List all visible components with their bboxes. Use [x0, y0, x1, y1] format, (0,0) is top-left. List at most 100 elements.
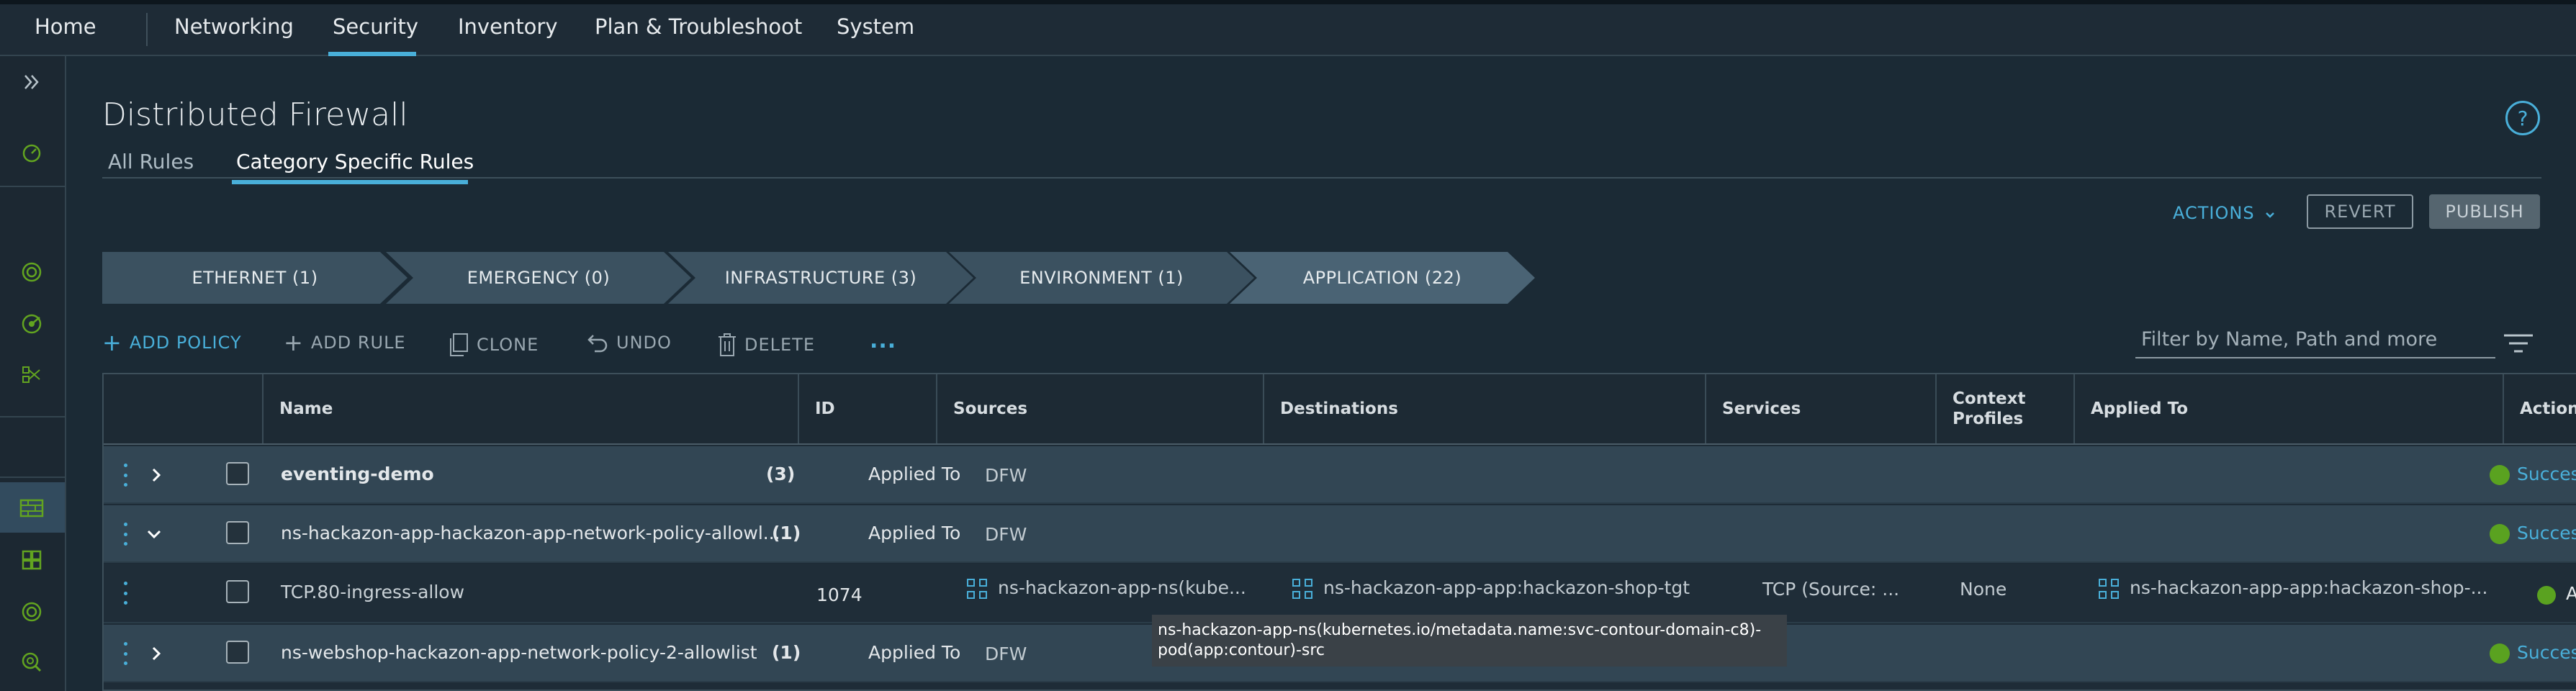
column-header-services[interactable]: Services — [1705, 374, 1935, 443]
category-application[interactable]: APPLICATION (22) — [1230, 252, 1535, 304]
rail-divider — [0, 186, 65, 187]
policy-name: ns-webshop-hackazon-app-network-policy-2… — [281, 642, 757, 663]
delete-button[interactable]: DELETE — [717, 333, 815, 357]
column-header-context-profiles[interactable]: Context Profiles — [1935, 374, 2073, 443]
rule-applied-to[interactable]: ns-hackazon-app-app:hackazon-shop-... — [2098, 577, 2487, 600]
rule-id: 1074 — [816, 584, 863, 605]
row-menu-icon[interactable] — [122, 464, 128, 487]
threat-search-icon[interactable] — [17, 648, 46, 677]
category-ethernet[interactable]: ETHERNET (1) — [102, 252, 407, 304]
delete-label: DELETE — [744, 335, 816, 355]
tab-category-specific-rules[interactable]: Category Specific Rules — [236, 150, 474, 173]
column-header-action[interactable]: Action — [2503, 374, 2576, 443]
applied-to-value: DFW — [985, 465, 1027, 486]
column-header-applied-to[interactable]: Applied To — [2073, 374, 2503, 443]
target-icon[interactable] — [17, 258, 46, 286]
category-emergency[interactable]: EMERGENCY (0) — [386, 252, 691, 304]
radar-icon[interactable] — [17, 310, 46, 338]
nav-security[interactable]: Security — [333, 14, 418, 39]
rule-source[interactable]: ns-hackazon-app-ns(kube... — [966, 577, 1246, 600]
row-checkbox[interactable] — [226, 580, 249, 603]
filter-icon[interactable] — [2503, 333, 2534, 354]
firewall-grid-icon[interactable] — [17, 494, 46, 523]
column-header-sources[interactable]: Sources — [936, 374, 1263, 443]
applied-to-value: DFW — [985, 524, 1027, 545]
publish-button[interactable]: PUBLISH — [2429, 194, 2540, 229]
row-menu-icon[interactable] — [122, 523, 128, 546]
actions-menu[interactable]: ACTIONS — [2173, 203, 2275, 223]
expand-chevrons-icon[interactable] — [17, 68, 46, 96]
add-rule-button[interactable]: + ADD RULE — [284, 331, 406, 354]
add-policy-label: ADD POLICY — [129, 333, 242, 353]
network-topology-icon[interactable] — [17, 360, 46, 389]
page-title: Distributed Firewall — [102, 96, 408, 133]
row-checkbox[interactable] — [226, 462, 249, 485]
rule-action[interactable]: A — [2566, 583, 2576, 604]
nav-home[interactable]: Home — [35, 14, 96, 39]
rule-source-text: ns-hackazon-app-ns(kube... — [998, 577, 1246, 598]
table-row[interactable]: eventing-demo (3) Applied To DFW Succes — [104, 446, 2576, 504]
column-header-destinations[interactable]: Destinations — [1263, 374, 1705, 443]
row-menu-icon[interactable] — [122, 582, 128, 605]
chevron-down-icon[interactable] — [145, 528, 163, 541]
allow-action-icon — [2537, 586, 2556, 605]
tooltip-line: ns-hackazon-app-ns(kubernetes.io/metadat… — [1158, 621, 1762, 639]
row-checkbox[interactable] — [226, 521, 249, 544]
policy-name: eventing-demo — [281, 464, 434, 484]
row-menu-icon[interactable] — [122, 642, 128, 665]
category-infrastructure[interactable]: INFRASTRUCTURE (3) — [668, 252, 973, 304]
column-header-name[interactable]: Name — [262, 374, 796, 443]
nav-plan-troubleshoot[interactable]: Plan & Troubleshoot — [595, 14, 802, 39]
chevron-right-icon[interactable] — [150, 645, 163, 662]
applied-to-label: Applied To — [868, 464, 961, 484]
nav-system[interactable]: System — [837, 14, 914, 39]
category-label: ETHERNET (1) — [192, 268, 318, 288]
undo-icon — [587, 335, 608, 353]
success-status-icon — [2490, 643, 2510, 664]
add-rule-label: ADD RULE — [310, 333, 406, 353]
category-label: INFRASTRUCTURE (3) — [724, 268, 917, 288]
status-link[interactable]: Succes — [2517, 642, 2576, 663]
clone-button[interactable]: CLONE — [448, 333, 539, 357]
more-actions-button[interactable]: ... — [870, 328, 896, 353]
row-checkbox[interactable] — [226, 641, 249, 664]
chevron-right-icon[interactable] — [150, 466, 163, 484]
policy-name: ns-hackazon-app-hackazon-app-network-pol… — [281, 523, 780, 543]
success-status-icon — [2490, 465, 2510, 485]
category-label: EMERGENCY (0) — [467, 268, 611, 288]
undo-button[interactable]: UNDO — [586, 333, 672, 353]
nav-active-indicator — [328, 52, 416, 56]
chevron-down-icon — [2266, 212, 2275, 218]
help-icon[interactable]: ? — [2505, 101, 2540, 135]
nav-networking[interactable]: Networking — [174, 14, 294, 39]
target-icon[interactable] — [17, 597, 46, 626]
group-icon — [967, 579, 987, 599]
tab-all-rules[interactable]: All Rules — [108, 150, 194, 173]
applied-to-value: DFW — [985, 643, 1027, 664]
applied-to-label: Applied To — [868, 642, 961, 663]
dashboard-gauge-icon[interactable] — [17, 138, 46, 167]
revert-button[interactable]: REVERT — [2307, 194, 2413, 229]
category-environment[interactable]: ENVIRONMENT (1) — [949, 252, 1254, 304]
rule-destination[interactable]: ns-hackazon-app-app:hackazon-shop-tgt — [1292, 577, 1690, 600]
rule-context-profile: None — [1960, 579, 2007, 600]
rule-name[interactable]: TCP.80-ingress-allow — [281, 582, 464, 602]
nav-inventory[interactable]: Inventory — [458, 14, 558, 39]
add-policy-button[interactable]: + ADD POLICY — [102, 331, 242, 354]
group-icon — [2099, 579, 2119, 599]
rule-tabs: All Rules Category Specific Rules — [102, 148, 2541, 179]
table-row[interactable]: ns-hackazon-app-hackazon-app-network-pol… — [104, 505, 2576, 563]
tooltip-line: pod(app:contour)-src — [1158, 641, 1325, 659]
trash-icon — [719, 333, 736, 356]
rail-divider — [0, 416, 65, 417]
status-link[interactable]: Succes — [2517, 464, 2576, 484]
rule-service[interactable]: TCP (Source: ... — [1762, 579, 1899, 600]
gateway-firewall-icon[interactable] — [17, 546, 46, 574]
applied-to-label: Applied To — [868, 523, 961, 543]
status-link[interactable]: Succes — [2517, 523, 2576, 543]
filter-input[interactable]: Filter by Name, Path and more — [2135, 325, 2495, 358]
tab-active-indicator — [232, 180, 468, 184]
column-header-id[interactable]: ID — [798, 374, 936, 443]
clone-label: CLONE — [477, 335, 539, 355]
clone-icon — [450, 333, 468, 356]
